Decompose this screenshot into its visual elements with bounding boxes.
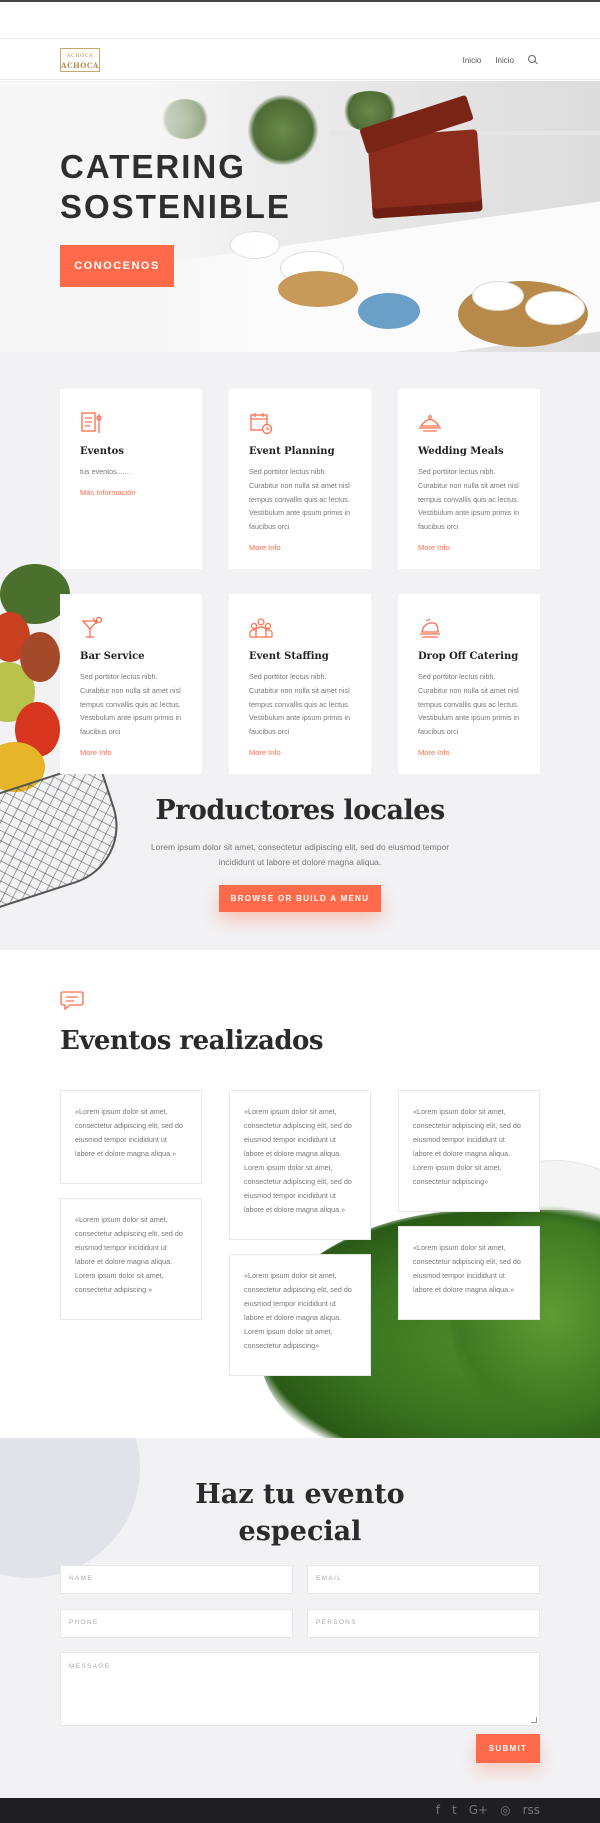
message-placeholder: MESSAGE xyxy=(69,1663,111,1670)
service-text: Sed porttitor lectus nibh. Curabitur non… xyxy=(418,672,520,737)
productores-title: Productores locales xyxy=(155,795,445,826)
service-card-bar-service: Bar Service Sed porttitor lectus nibh. C… xyxy=(60,594,202,774)
service-more-link[interactable]: More Info xyxy=(418,748,450,757)
resize-handle-icon[interactable] xyxy=(531,1717,537,1723)
testimonial-card: «Lorem ipsum dolor sit amet, consectetur… xyxy=(229,1090,371,1240)
social-links: f t G+ ◎ rss xyxy=(436,1804,540,1817)
contact-title-line1: Haz tu evento xyxy=(195,1479,405,1510)
testimonial-card: «Lorem ipsum dolor sit amet, consectetur… xyxy=(229,1254,371,1376)
conocenos-button[interactable]: CONOCENOS xyxy=(60,245,174,287)
facebook-icon[interactable]: f xyxy=(436,1804,440,1817)
main-nav: Inicio Inicio xyxy=(463,55,538,65)
hero-plate-image-4 xyxy=(525,291,585,325)
service-more-link[interactable]: More Info xyxy=(80,748,112,757)
service-title: Event Planning xyxy=(249,446,335,457)
service-card-event-planning: Event Planning Sed porttitor lectus nibh… xyxy=(229,389,371,569)
eventos-title: Eventos realizados xyxy=(60,1026,324,1056)
service-text: Sed porttitor lectus nibh. Curabitur non… xyxy=(249,467,351,532)
service-more-link[interactable]: More Info xyxy=(249,543,281,552)
instagram-icon[interactable]: ◎ xyxy=(500,1804,510,1817)
cocktail-icon xyxy=(81,616,103,638)
contact-title-line2: especial xyxy=(238,1516,362,1547)
service-title: Wedding Meals xyxy=(418,446,504,457)
hero-title: CATERING SOSTENIBLE xyxy=(60,148,291,225)
site-header: ACHOCA ACHOCA Inicio Inicio xyxy=(0,38,600,80)
site-footer: f t G+ ◎ rss xyxy=(0,1798,600,1823)
testimonial-card: «Lorem ipsum dolor sit amet, consectetur… xyxy=(60,1198,202,1320)
name-field[interactable]: NAME xyxy=(60,1565,293,1594)
productores-text: Lorem ipsum dolor sit amet, consectetur … xyxy=(150,842,450,867)
service-card-eventos: Eventos tus eventos....... Más Informaci… xyxy=(60,389,202,569)
nav-link-inicio-2[interactable]: Inicio xyxy=(495,56,514,65)
testimonial-card: «Lorem ipsum dolor sit amet, consectetur… xyxy=(398,1090,540,1212)
service-card-wedding-meals: Wedding Meals Sed porttitor lectus nibh.… xyxy=(398,389,540,569)
calendar-icon xyxy=(250,413,273,435)
hero-blue-plate-image xyxy=(358,293,420,329)
hero-record-player-image xyxy=(359,94,483,219)
staff-icon xyxy=(249,618,273,638)
submit-button[interactable]: SUBMIT xyxy=(476,1734,540,1763)
service-text: Sed porttitor lectus nibh. Curabitur non… xyxy=(418,467,520,532)
phone-field[interactable]: PHONE xyxy=(60,1609,293,1638)
testimonial-card: «Lorem ipsum dolor sit amet, consectetur… xyxy=(60,1090,202,1184)
email-field[interactable]: EMAIL xyxy=(307,1565,540,1594)
chat-bubble-icon xyxy=(60,991,84,1010)
contact-section: Haz tu evento especial NAME EMAIL PHONE … xyxy=(0,1438,600,1798)
contact-title: Haz tu evento especial xyxy=(0,1476,600,1550)
search-icon[interactable] xyxy=(528,55,538,65)
logo-main-text: ACHOCA xyxy=(61,61,99,70)
site-logo[interactable]: ACHOCA ACHOCA xyxy=(60,48,100,72)
testimonial-card: «Lorem ipsum dolor sit amet, consectetur… xyxy=(398,1226,540,1320)
service-more-link[interactable]: More Info xyxy=(249,748,281,757)
hero-section: CATERING SOSTENIBLE CONOCENOS xyxy=(0,81,600,352)
service-more-link[interactable]: More Info xyxy=(418,543,450,552)
services-section: Eventos tus eventos....... Más Informaci… xyxy=(0,352,600,950)
nav-link-inicio[interactable]: Inicio xyxy=(463,56,482,65)
service-title: Event Staffing xyxy=(249,651,329,662)
message-field[interactable]: MESSAGE xyxy=(60,1652,540,1726)
hero-basket-image-2 xyxy=(278,271,358,307)
google-plus-icon[interactable]: G+ xyxy=(469,1804,488,1817)
cloche-icon xyxy=(419,415,441,432)
rss-icon[interactable]: rss xyxy=(523,1804,540,1817)
serving-dish-icon xyxy=(420,618,440,638)
service-text: tus eventos....... xyxy=(80,467,131,476)
service-title: Drop Off Catering xyxy=(418,651,519,662)
top-border xyxy=(0,0,600,2)
browse-menu-button[interactable]: BROWSE OR BUILD A MENU xyxy=(219,885,381,912)
service-text: Sed porttitor lectus nibh. Curabitur non… xyxy=(80,672,182,737)
service-text: Sed porttitor lectus nibh. Curabitur non… xyxy=(249,672,351,737)
service-card-drop-off-catering: Drop Off Catering Sed porttitor lectus n… xyxy=(398,594,540,774)
service-card-event-staffing: Event Staffing Sed porttitor lectus nibh… xyxy=(229,594,371,774)
hero-plate-image-3 xyxy=(472,281,524,311)
persons-field[interactable]: PERSONS xyxy=(307,1609,540,1638)
service-title: Eventos xyxy=(80,446,124,457)
twitter-icon[interactable]: t xyxy=(452,1804,457,1817)
events-section: Eventos realizados «Lorem ipsum dolor si… xyxy=(0,950,600,1438)
document-icon xyxy=(81,412,102,433)
service-title: Bar Service xyxy=(80,651,145,662)
service-more-link[interactable]: Más Información xyxy=(80,488,135,497)
logo-top-text: ACHOCA xyxy=(66,53,94,59)
